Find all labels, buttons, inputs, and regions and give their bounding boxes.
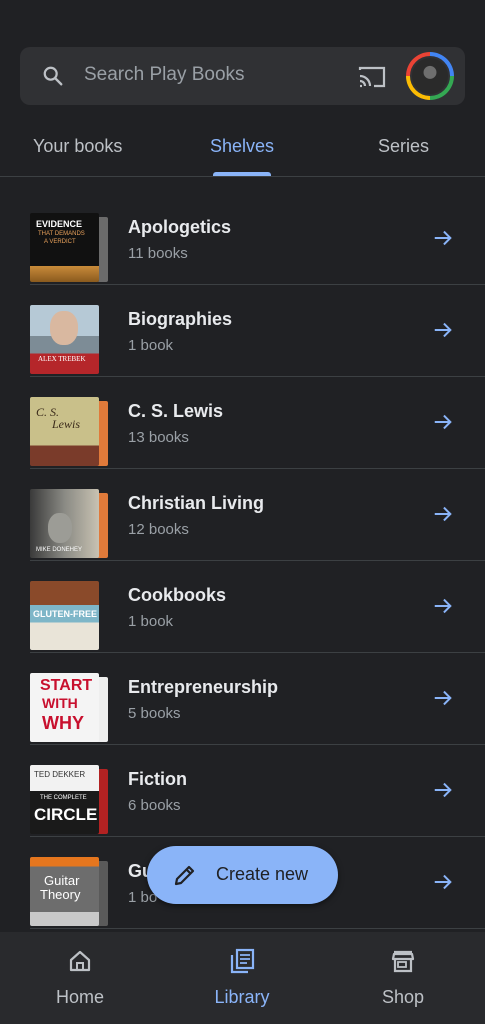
cover-subtitle: THE COMPLETE: [40, 795, 87, 801]
cover-title: CIRCLE: [34, 805, 98, 824]
shelf-cookbooks[interactable]: GLUTEN-FREE Cookbooks 1 book: [0, 561, 485, 653]
shelf-cover: Guitar Theory: [30, 857, 110, 926]
library-icon: [230, 948, 255, 974]
arrow-right-icon[interactable]: [432, 319, 454, 341]
cover-title: EVIDENCE: [36, 219, 83, 229]
nav-home[interactable]: Home: [30, 944, 130, 1014]
shelf-count: 1 book: [128, 613, 174, 630]
arrow-right-icon[interactable]: [432, 779, 454, 801]
arrow-right-icon[interactable]: [432, 227, 454, 249]
shelf-title: Apologetics: [128, 217, 232, 237]
search-input[interactable]: Search Play Books: [84, 64, 245, 86]
tab-indicator: [213, 172, 271, 176]
cover-title: WHY: [42, 713, 84, 733]
nav-library-label: Library: [214, 987, 270, 1007]
shelf-cover: GLUTEN-FREE: [30, 581, 110, 650]
cover-title: Guitar: [44, 873, 80, 888]
shelf-cs-lewis[interactable]: C. S. Lewis C. S. Lewis 13 books: [0, 377, 485, 469]
tab-your-books[interactable]: Your books: [33, 136, 122, 157]
cover-title: GLUTEN-FREE: [33, 609, 97, 619]
create-new-button[interactable]: Create new: [147, 846, 338, 904]
bottom-navigation: Home Library Shop: [0, 932, 485, 1024]
nav-shop[interactable]: Shop: [353, 944, 453, 1014]
cover-title: WITH: [42, 695, 78, 711]
cover-author: MIKE DONEHEY: [36, 547, 83, 553]
shelf-apologetics[interactable]: EVIDENCE THAT DEMANDS A VERDICT Apologet…: [0, 193, 485, 285]
shelf-cover: MIKE DONEHEY: [30, 489, 110, 558]
arrow-right-icon[interactable]: [432, 871, 454, 893]
shelf-title: Biographies: [128, 309, 233, 329]
shelf-title: Christian Living: [128, 493, 265, 513]
shelf-christian-living[interactable]: MIKE DONEHEY Christian Living 12 books: [0, 469, 485, 561]
shelf-cover: START WITH WHY: [30, 673, 110, 742]
cover-subtitle: A VERDICT: [44, 239, 76, 245]
tab-shelves[interactable]: Shelves: [210, 136, 274, 157]
cover-subtitle: THAT DEMANDS: [38, 231, 85, 237]
shelf-cover: EVIDENCE THAT DEMANDS A VERDICT: [30, 213, 110, 282]
store-icon: [391, 950, 415, 973]
arrow-right-icon[interactable]: [432, 411, 454, 433]
shelf-fiction[interactable]: TED DEKKER THE COMPLETE CIRCLE Fiction 6…: [0, 745, 485, 837]
shelf-cover: ALEX TREBEK: [30, 305, 110, 374]
arrow-right-icon[interactable]: [432, 687, 454, 709]
shelf-title: Entrepreneurship: [128, 677, 279, 697]
nav-shop-label: Shop: [381, 987, 425, 1007]
shelf-count: 1 book: [128, 337, 174, 354]
cover-title: ALEX TREBEK: [38, 355, 86, 363]
nav-home-label: Home: [55, 987, 104, 1007]
avatar[interactable]: [406, 52, 454, 100]
avatar-photo: [410, 56, 450, 96]
arrow-right-icon[interactable]: [432, 503, 454, 525]
search-icon[interactable]: [42, 65, 64, 87]
home-icon: [69, 950, 91, 972]
shelf-count: 11 books: [128, 245, 188, 262]
tab-bar: Your books Shelves Series: [0, 120, 485, 177]
cast-icon[interactable]: [357, 64, 387, 90]
tab-series[interactable]: Series: [378, 136, 429, 157]
shelf-count: 6 books: [128, 797, 181, 814]
create-new-label: Create new: [216, 864, 309, 884]
shelf-cover: TED DEKKER THE COMPLETE CIRCLE: [30, 765, 110, 834]
shelf-count: 5 books: [128, 705, 181, 722]
shelf-title: C. S. Lewis: [128, 401, 224, 421]
cover-author: TED DEKKER: [34, 770, 86, 779]
arrow-right-icon[interactable]: [432, 595, 454, 617]
shelf-count: 13 books: [128, 429, 189, 446]
cover-title: Theory: [40, 887, 81, 902]
shelf-biographies[interactable]: ALEX TREBEK Biographies 1 book: [0, 285, 485, 377]
pencil-icon: [174, 865, 195, 886]
shelf-cover: C. S. Lewis: [30, 397, 110, 466]
shelf-count: 12 books: [128, 521, 189, 538]
shelf-title: Fiction: [128, 769, 187, 789]
cover-subtitle: Lewis: [52, 417, 81, 431]
shelf-title: Cookbooks: [128, 585, 227, 605]
shelf-entrepreneurship[interactable]: START WITH WHY Entrepreneurship 5 books: [0, 653, 485, 745]
cover-title: START: [40, 677, 93, 694]
nav-library[interactable]: Library: [192, 944, 292, 1014]
search-bar[interactable]: Search Play Books: [20, 47, 465, 105]
